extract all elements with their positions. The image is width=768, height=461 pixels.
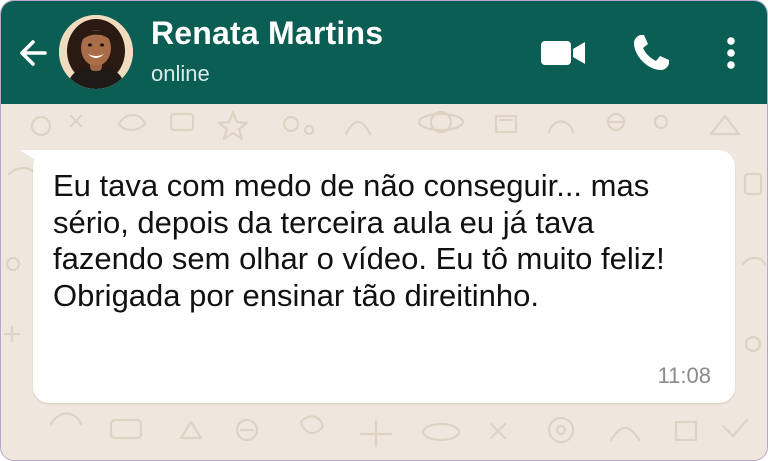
message-time: 11:08 [657,363,711,388]
chat-header: Renata Martins online [1,1,767,104]
more-vertical-icon[interactable] [719,33,743,73]
avatar[interactable] [59,15,133,89]
arrow-left-icon[interactable] [15,35,51,71]
contact-name[interactable]: Renata Martins [151,15,383,52]
phone-icon[interactable] [629,31,673,75]
message-bubble[interactable]: Eu tava com medo de não conseguir... mas… [33,150,735,403]
chat-window: Renata Martins online Eu tava com medo d… [0,0,768,461]
message-text: Eu tava com medo de não conseguir... mas… [53,168,665,313]
avatar-image [59,15,133,89]
video-camera-icon[interactable] [539,35,587,71]
contact-status: online [151,61,210,86]
